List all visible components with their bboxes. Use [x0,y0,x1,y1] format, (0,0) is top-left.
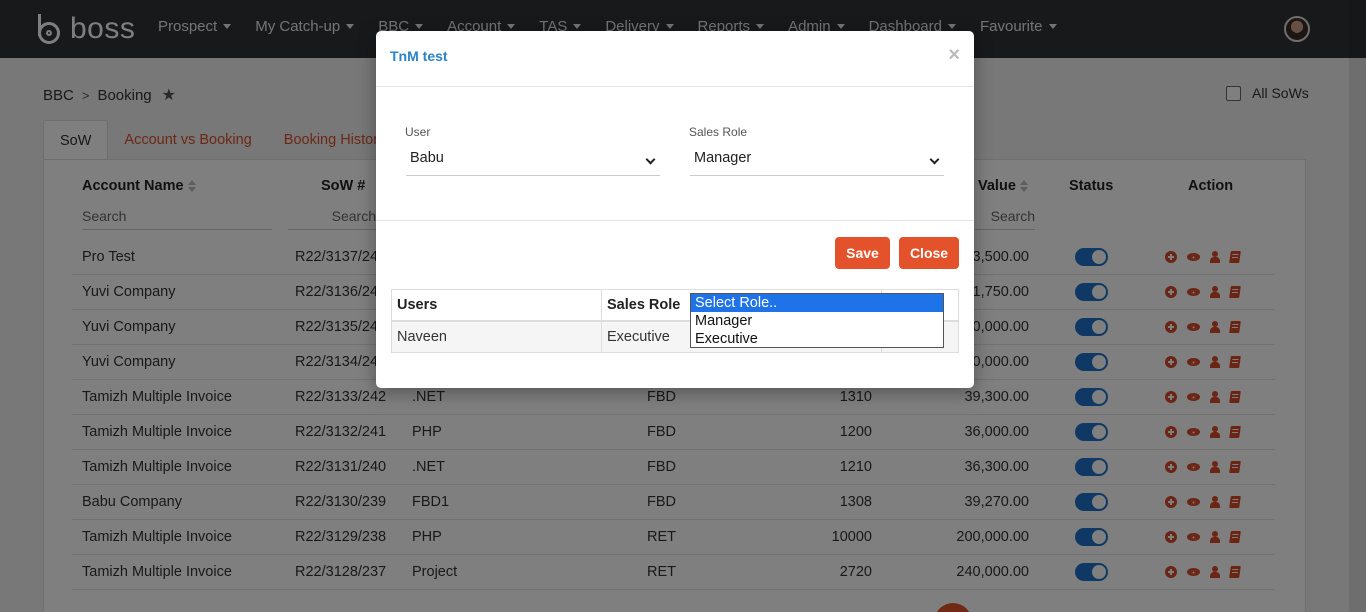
user-select-value: Babu [410,150,444,166]
user-label: User [405,125,431,139]
close-icon[interactable]: × [948,45,960,65]
modal-divider [376,220,974,221]
scrollbar[interactable] [1349,0,1366,612]
sales-role-select-value: Manager [694,150,752,166]
row-user: Naveen [392,322,602,352]
modal-header: TnM test × [376,31,974,87]
chevron-down-icon [929,154,940,165]
close-button[interactable]: Close [899,237,959,269]
save-button[interactable]: Save [835,237,890,269]
role-option-manager[interactable]: Manager [691,312,943,330]
role-dropdown-list[interactable]: Select Role.. Manager Executive [690,293,944,348]
modal-title: TnM test [390,48,448,64]
user-select[interactable]: Babu [406,144,660,176]
role-option-select[interactable]: Select Role.. [691,294,943,312]
sales-role-select[interactable]: Manager [690,144,944,176]
chevron-down-icon [645,154,656,165]
role-option-executive[interactable]: Executive [691,330,943,348]
sales-role-label: Sales Role [689,125,748,139]
col-header-users: Users [392,290,602,320]
tnm-modal: TnM test × User Babu Sales Role Manager … [376,31,974,388]
